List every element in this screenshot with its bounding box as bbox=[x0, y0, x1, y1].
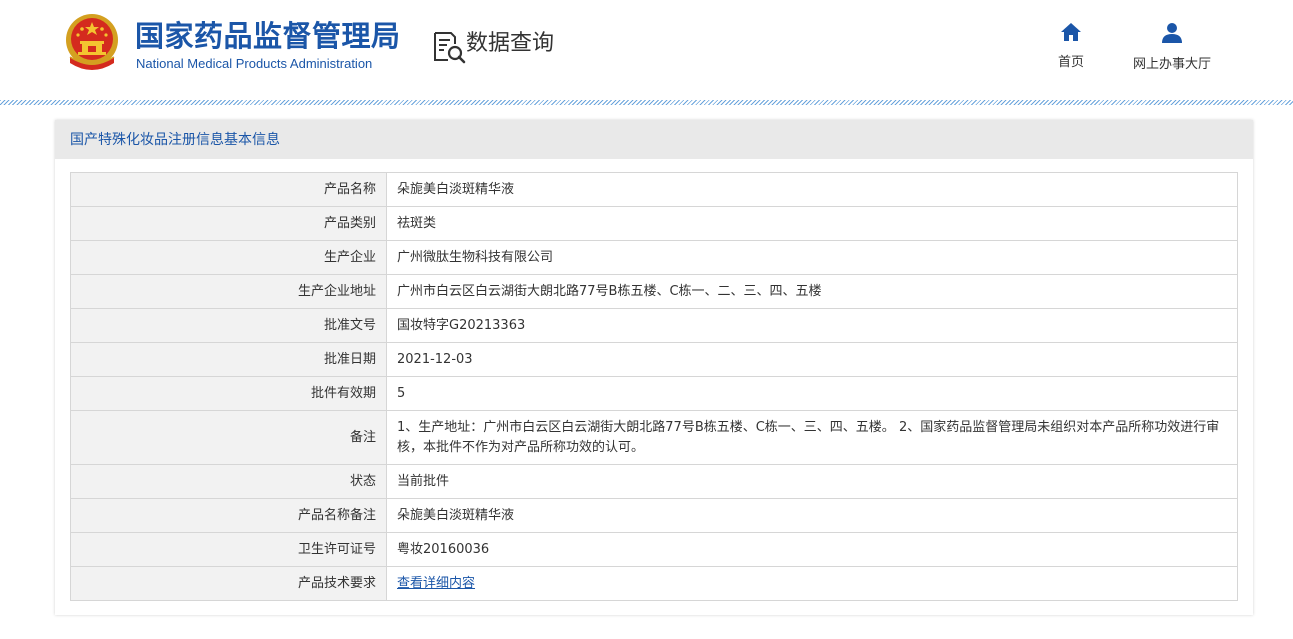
document-search-icon bbox=[434, 32, 466, 64]
row-label: 产品技术要求 bbox=[70, 566, 387, 601]
row-value: 广州市白云区白云湖街大朗北路77号B栋五楼、C栋一、二、三、四、五楼 bbox=[386, 274, 1238, 309]
row-value-cell: 查看详细内容 bbox=[386, 566, 1238, 601]
row-value: 1、生产地址：广州市白云区白云湖街大朗北路77号B栋五楼、C栋一、三、四、五楼。… bbox=[386, 410, 1238, 465]
row-label: 生产企业地址 bbox=[70, 274, 387, 309]
row-label: 卫生许可证号 bbox=[70, 532, 387, 567]
row-value: 当前批件 bbox=[386, 464, 1238, 499]
info-table: 产品名称 朵旎美白淡斑精华液 产品类别 祛斑类 生产企业 广州微肽生物科技有限公… bbox=[70, 172, 1238, 601]
nav-online-office[interactable]: 网上办事大厅 bbox=[1120, 22, 1224, 72]
site-header: 国家药品监督管理局 National Medical Products Admi… bbox=[0, 0, 1293, 101]
row-value: 祛斑类 bbox=[386, 206, 1238, 241]
org-name-en: National Medical Products Administration bbox=[136, 56, 373, 71]
table-row: 卫生许可证号 粤妆20160036 bbox=[70, 532, 1238, 567]
nav-home[interactable]: 首页 bbox=[1048, 22, 1094, 70]
table-row: 批准文号 国妆特字G20213363 bbox=[70, 308, 1238, 343]
table-row: 批件有效期 5 bbox=[70, 376, 1238, 411]
row-value: 朵旎美白淡斑精华液 bbox=[386, 172, 1238, 207]
row-label: 状态 bbox=[70, 464, 387, 499]
table-row: 产品技术要求 查看详细内容 bbox=[70, 566, 1238, 601]
section-title: 数据查询 bbox=[466, 31, 555, 56]
row-value: 广州微肽生物科技有限公司 bbox=[386, 240, 1238, 275]
table-row: 产品名称备注 朵旎美白淡斑精华液 bbox=[70, 498, 1238, 533]
row-label: 批件有效期 bbox=[70, 376, 387, 411]
row-label: 备注 bbox=[70, 410, 387, 465]
header-divider bbox=[0, 100, 1293, 105]
info-panel: 国产特殊化妆品注册信息基本信息 产品名称 朵旎美白淡斑精华液 产品类别 祛斑类 … bbox=[55, 120, 1253, 615]
national-emblem-icon bbox=[66, 14, 118, 70]
table-row: 产品类别 祛斑类 bbox=[70, 206, 1238, 241]
table-row: 生产企业 广州微肽生物科技有限公司 bbox=[70, 240, 1238, 275]
nav-online-office-label: 网上办事大厅 bbox=[1132, 57, 1211, 72]
table-row: 产品名称 朵旎美白淡斑精华液 bbox=[70, 172, 1238, 207]
panel-title: 国产特殊化妆品注册信息基本信息 bbox=[55, 120, 1253, 159]
row-label: 生产企业 bbox=[70, 240, 387, 275]
row-label: 产品名称备注 bbox=[70, 498, 387, 533]
row-label: 产品名称 bbox=[70, 172, 387, 207]
nav-home-label: 首页 bbox=[1057, 55, 1084, 70]
row-value: 2021-12-03 bbox=[386, 342, 1238, 377]
user-icon bbox=[1162, 23, 1182, 43]
org-name-cn: 国家药品监督管理局 bbox=[135, 19, 401, 53]
row-value: 粤妆20160036 bbox=[386, 532, 1238, 567]
table-row: 状态 当前批件 bbox=[70, 464, 1238, 499]
table-row: 批准日期 2021-12-03 bbox=[70, 342, 1238, 377]
row-label: 批准日期 bbox=[70, 342, 387, 377]
table-row: 备注 1、生产地址：广州市白云区白云湖街大朗北路77号B栋五楼、C栋一、三、四、… bbox=[70, 410, 1238, 465]
row-label: 批准文号 bbox=[70, 308, 387, 343]
row-label: 产品类别 bbox=[70, 206, 387, 241]
row-value: 朵旎美白淡斑精华液 bbox=[386, 498, 1238, 533]
table-row: 生产企业地址 广州市白云区白云湖街大朗北路77号B栋五楼、C栋一、二、三、四、五… bbox=[70, 274, 1238, 309]
row-value: 5 bbox=[386, 376, 1238, 411]
view-details-link[interactable]: 查看详细内容 bbox=[397, 576, 475, 591]
row-value: 国妆特字G20213363 bbox=[386, 308, 1238, 343]
home-icon bbox=[1061, 23, 1081, 41]
